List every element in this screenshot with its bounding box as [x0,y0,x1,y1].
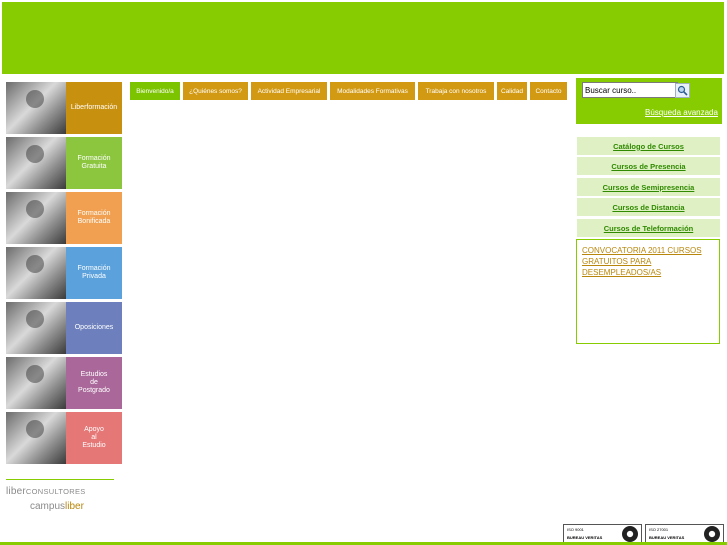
nav-bienvenido[interactable]: Bienvenido/a [130,82,180,100]
certification-seal-icon [622,526,638,542]
catalog-link-presencia[interactable]: Cursos de Presencia [577,157,720,175]
campus-liber-logo[interactable]: campusliber [30,501,84,512]
sidebar-tile-formacion-bonificada[interactable]: Formación Bonificada [6,192,122,244]
nav-quienes-somos[interactable]: ¿Quiénes somos? [183,82,248,100]
nav-contacto[interactable]: Contacto [530,82,567,100]
nav-trabaja-con-nosotros[interactable]: Trabaja con nosotros [418,82,494,100]
cert-org: BUREAU VERITAS [567,535,603,540]
tile-photo [6,247,66,299]
tile-label: Liberformación [66,82,122,134]
tile-photo [6,302,66,354]
tile-photo [6,412,66,464]
tile-photo [6,357,66,409]
nav-actividad-empresarial[interactable]: Actividad Empresarial [251,82,327,100]
tile-label: Formación Privada [66,247,122,299]
cert-org: BUREAU VERITAS [649,535,685,540]
catalog-link-distancia[interactable]: Cursos de Distancia [577,198,720,216]
iso-27001-certificate: ISO 27001 BUREAU VERITAS [645,524,724,544]
logo-campus-text: campus [30,501,66,512]
logo-liber-accent-text: liber [65,501,84,512]
search-input[interactable] [582,82,678,98]
news-box: CONVOCATORIA 2011 CURSOS GRATUITOS PARA … [576,239,720,344]
sidebar-tile-apoyo-estudio[interactable]: Apoyo al Estudio [6,412,122,464]
cert-code: ISO 9001 [567,527,584,532]
catalog-link-teleformacion[interactable]: Cursos de Teleformación [577,219,720,237]
tile-photo [6,192,66,244]
tile-photo [6,137,66,189]
iso-9001-certificate: ISO 9001 BUREAU VERITAS [563,524,642,544]
sidebar-tile-formacion-gratuita[interactable]: Formación Gratuita [6,137,122,189]
tile-label: Formación Bonificada [66,192,122,244]
tile-label: Apoyo al Estudio [66,412,122,464]
magnifier-icon [677,85,688,96]
logo-consultores-text: CONSULTORES [25,487,86,496]
nav-calidad[interactable]: Calidad [497,82,527,100]
news-link[interactable]: CONVOCATORIA 2011 CURSOS GRATUITOS PARA … [582,245,714,278]
cert-code: ISO 27001 [649,527,669,532]
logo-liber-text: liber [6,486,26,497]
tile-label: Formación Gratuita [66,137,122,189]
certification-seal-icon [704,526,720,542]
sidebar-tile-oposiciones[interactable]: Oposiciones [6,302,122,354]
catalog-link-catalogo[interactable]: Catálogo de Cursos [577,137,720,155]
nav-modalidades-formativas[interactable]: Modalidades Formativas [330,82,415,100]
search-button[interactable] [675,83,690,98]
catalog-link-semipresencia[interactable]: Cursos de Semipresencia [577,178,720,196]
liber-consultores-logo[interactable]: liberCONSULTORES [6,479,114,497]
sidebar-tile-estudios-postgrado[interactable]: Estudios de Postgrado [6,357,122,409]
tile-label: Estudios de Postgrado [66,357,122,409]
header-banner [2,2,724,74]
advanced-search-link[interactable]: Búsqueda avanzada [645,108,718,117]
sidebar-tile-formacion-privada[interactable]: Formación Privada [6,247,122,299]
tile-photo [6,82,66,134]
tile-label: Oposiciones [66,302,122,354]
sidebar-tile-liberformacion[interactable]: Liberformación [6,82,122,134]
